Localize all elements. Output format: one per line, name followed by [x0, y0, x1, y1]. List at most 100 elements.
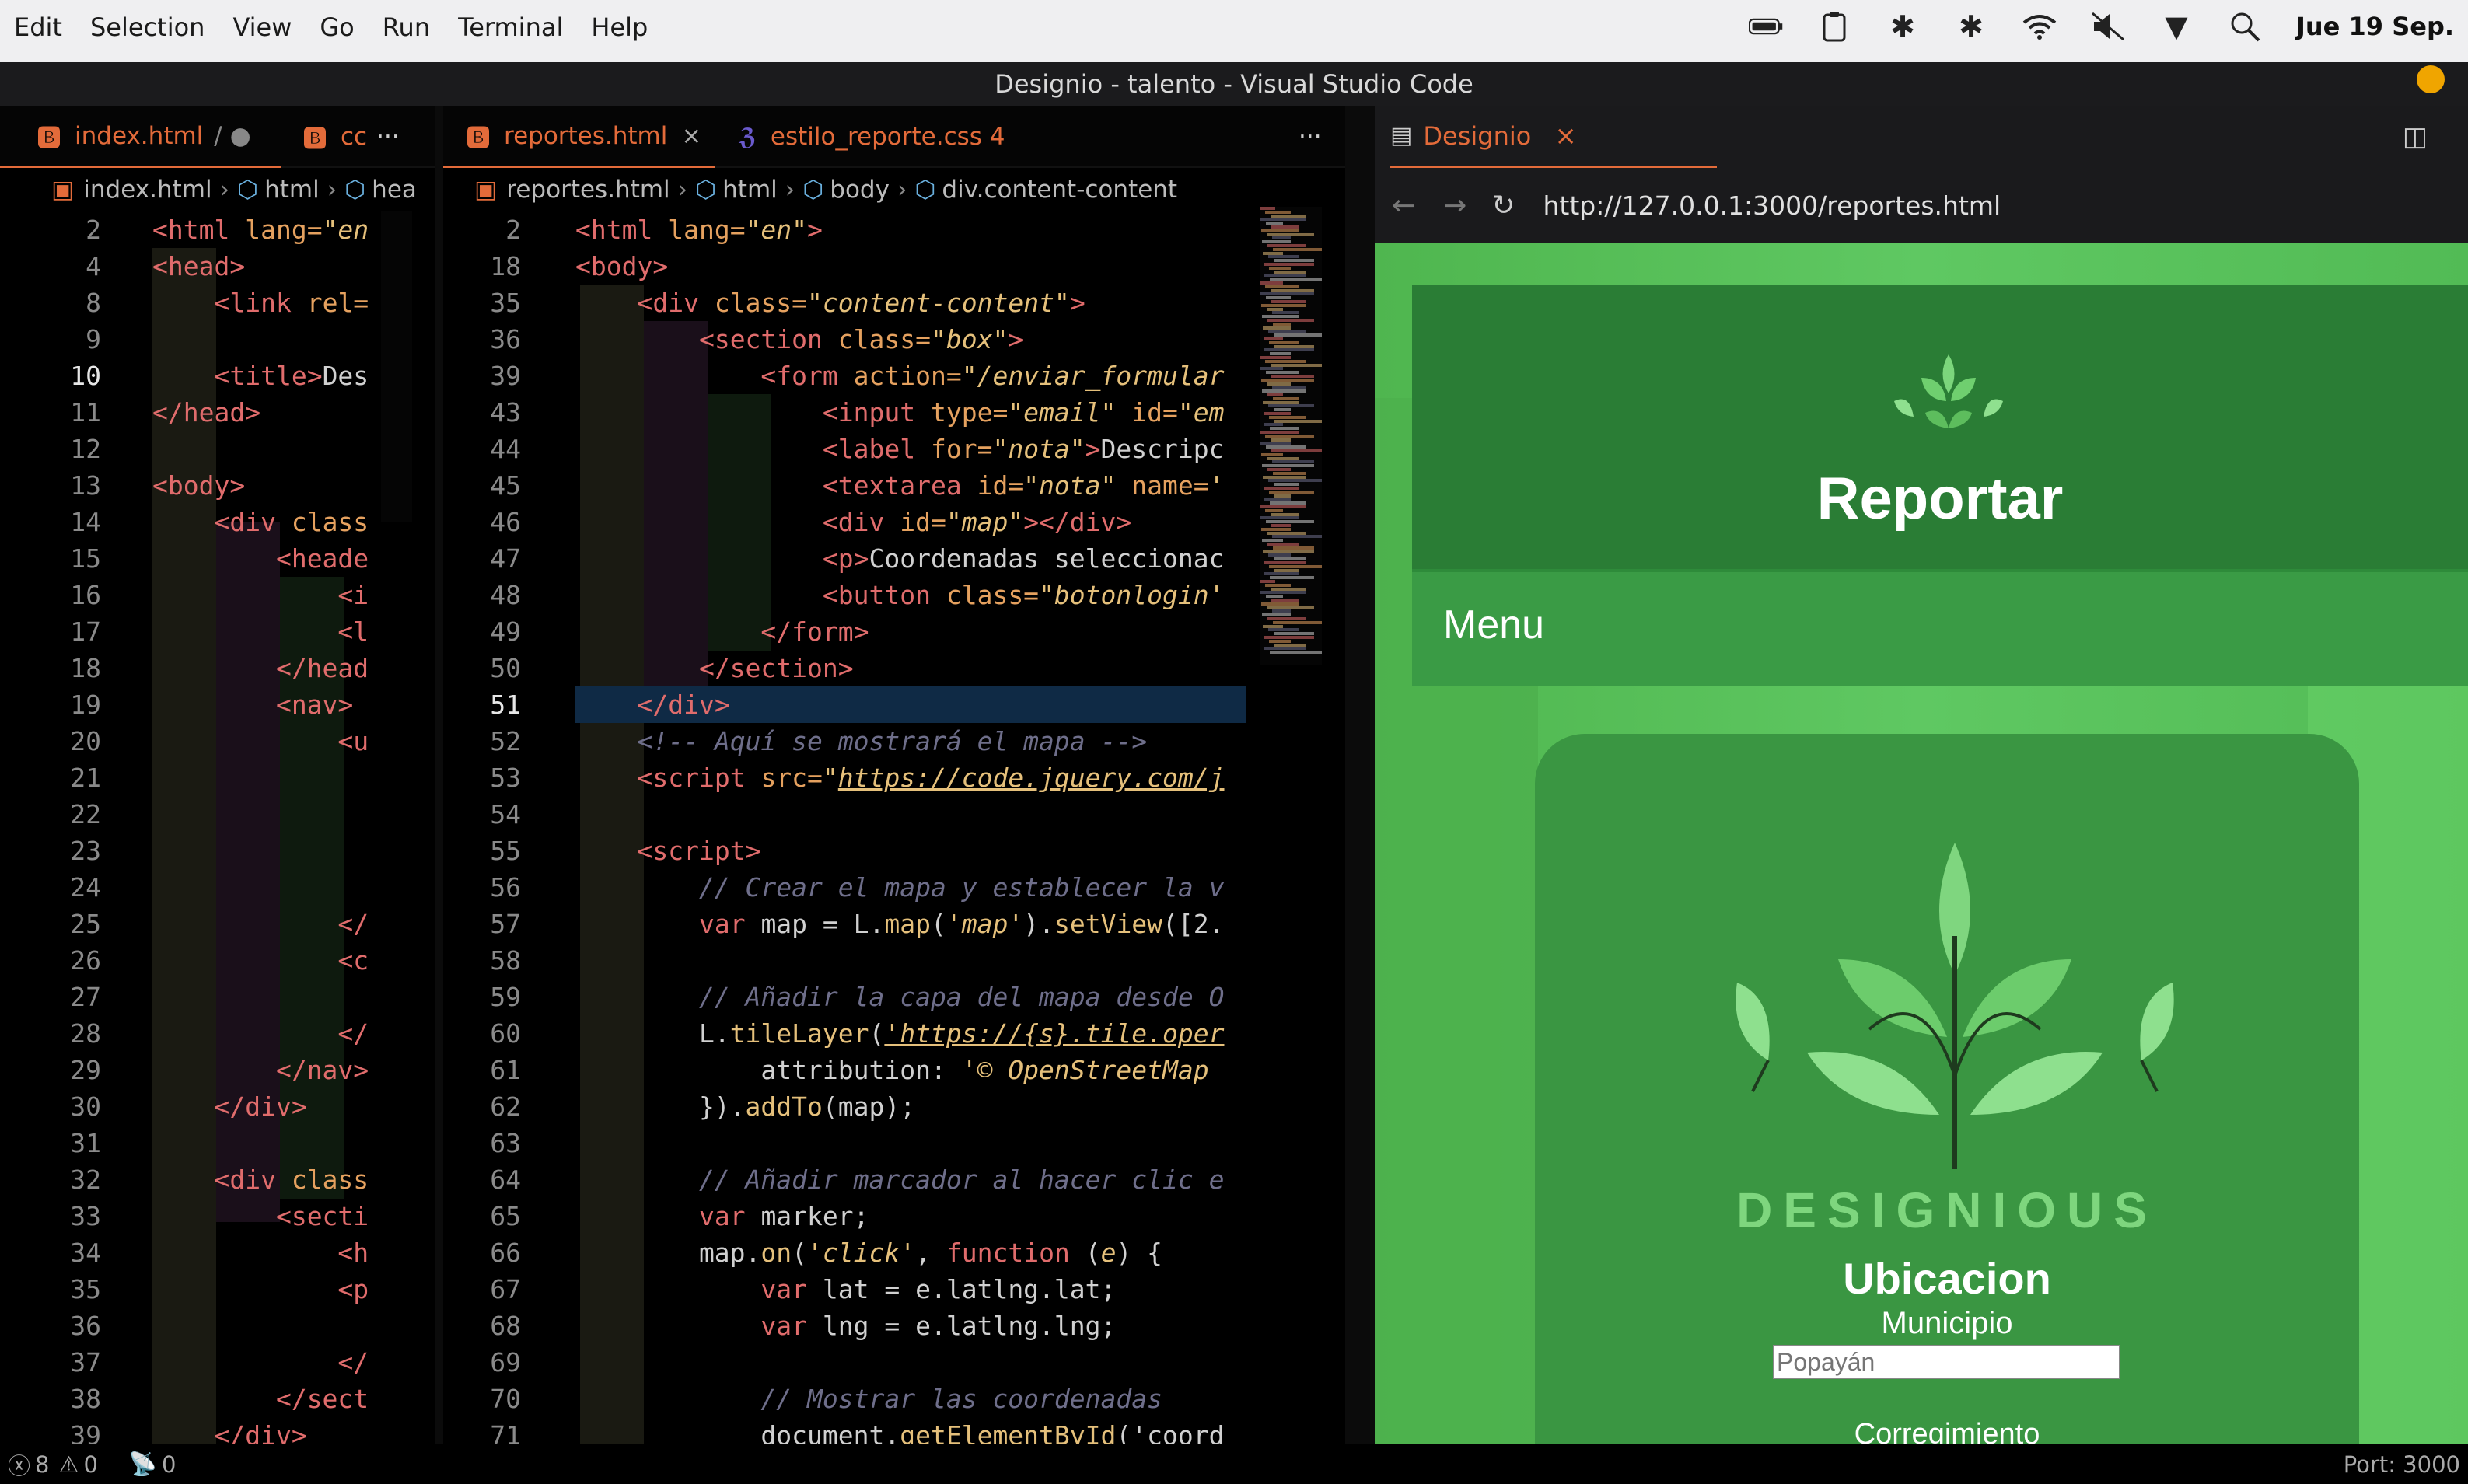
code-line[interactable]: </form> [575, 613, 869, 650]
code-line[interactable]: var lat = e.latlng.lat; [575, 1271, 1116, 1308]
code-line[interactable]: var marker; [575, 1198, 869, 1234]
code-line[interactable]: // Mostrar las coordenadas [575, 1381, 1162, 1417]
code-line[interactable]: <script src="https://code.jquery.com/j [575, 759, 1224, 796]
code-line[interactable]: <c [152, 942, 369, 979]
reload-icon[interactable]: ↻ [1491, 190, 1515, 222]
code-line[interactable]: <u [152, 723, 369, 759]
code-line[interactable]: <h [152, 1234, 369, 1271]
code-line[interactable]: }).addTo(map); [575, 1088, 915, 1125]
breadcrumb-item[interactable]: reportes.html [506, 176, 669, 204]
code-line[interactable]: </div> [152, 1417, 306, 1444]
code-line[interactable]: <heade [152, 540, 369, 577]
bluetooth-icon[interactable]: ✱ [1886, 9, 1920, 44]
code-line[interactable]: <script> [575, 833, 760, 869]
volume-muted-icon[interactable] [2091, 9, 2125, 44]
live-server-port[interactable]: Port: 3000 [2344, 1451, 2460, 1478]
code-line[interactable]: var lng = e.latlng.lng; [575, 1308, 1116, 1344]
menu-run[interactable]: Run [383, 12, 430, 42]
code-line[interactable]: // Añadir marcador al hacer clic e [575, 1161, 1225, 1198]
code-line[interactable]: <form action="/enviar_formular [575, 358, 1224, 394]
menu-view[interactable]: View [232, 12, 292, 42]
ports-icon[interactable]: 📡 [129, 1451, 157, 1478]
more-actions-button[interactable]: ··· [1299, 106, 1337, 168]
code-line[interactable]: <input type="email" id="em [575, 394, 1225, 431]
more-actions-icon[interactable]: ··· [376, 123, 400, 151]
code-line[interactable]: <div id="map"></div> [575, 504, 1131, 540]
split-editor-icon[interactable]: ◫ [2403, 121, 2428, 152]
back-icon[interactable]: ← [1392, 190, 1415, 222]
breadcrumb-item[interactable]: hea [372, 176, 417, 204]
code-line[interactable]: <button class="botonlogin' [575, 577, 1225, 613]
code-line[interactable]: <label for="nota">Descripc [575, 431, 1225, 467]
code-line[interactable]: <div class [152, 1161, 369, 1198]
menu-selection[interactable]: Selection [90, 12, 205, 42]
code-line[interactable]: </div> [152, 1088, 306, 1125]
search-icon[interactable] [2228, 9, 2262, 44]
code-line[interactable]: document.getElementById('coord [575, 1417, 1224, 1444]
bluetooth-2-icon[interactable]: ✱ [1954, 9, 1988, 44]
breadcrumb-item[interactable]: div.content-content [942, 176, 1177, 204]
menu-terminal[interactable]: Terminal [458, 12, 563, 42]
code-line[interactable]: <section class="box"> [575, 321, 1023, 358]
code-line[interactable]: <html lang="en"> [575, 211, 823, 248]
forward-icon[interactable]: → [1443, 190, 1466, 222]
error-count[interactable]: 8 [35, 1451, 49, 1478]
warning-icon[interactable]: ⚠ [58, 1451, 79, 1478]
menu-link[interactable]: Menu [1443, 602, 1544, 648]
code-line[interactable]: <html lang="en [152, 211, 369, 248]
code-line[interactable]: </ [152, 1344, 369, 1381]
tab-cc[interactable]: 🅱 cc ··· [303, 106, 428, 168]
code-line[interactable]: var map = L.map('map').setView([2. [575, 906, 1225, 942]
more-actions-icon[interactable]: ··· [1299, 123, 1322, 151]
code-line[interactable]: <nav> [152, 686, 353, 723]
tab-dirty-indicator[interactable]: / ● [214, 122, 250, 150]
clock[interactable]: Jue 19 Sep. [2296, 12, 2454, 41]
code-line[interactable]: <title>Des [152, 358, 369, 394]
code-line[interactable]: <p>Coordenadas seleccionac [575, 540, 1225, 577]
code-line[interactable]: <head> [152, 248, 245, 285]
wifi-icon[interactable] [2022, 9, 2057, 44]
code-line[interactable]: <body> [575, 248, 668, 285]
breadcrumb-item[interactable]: html [722, 176, 778, 204]
clipboard-icon[interactable] [1817, 9, 1851, 44]
code-line[interactable]: <p [152, 1271, 369, 1308]
code-line[interactable]: </head [152, 650, 369, 686]
code-line[interactable]: map.on('click', function (e) { [575, 1234, 1162, 1271]
breadcrumb-item[interactable]: body [830, 176, 890, 204]
minimap[interactable] [381, 211, 412, 522]
close-icon[interactable]: × [1554, 120, 1577, 152]
code-line[interactable]: </div> [575, 686, 729, 723]
code-line[interactable]: attribution: '© OpenStreetMap [575, 1052, 1208, 1088]
minimap[interactable] [1260, 207, 1322, 665]
dropdown-icon[interactable]: ▼ [2159, 9, 2194, 44]
code-line[interactable]: </head> [152, 394, 260, 431]
window-control-dot[interactable] [2417, 65, 2445, 93]
breadcrumb-item[interactable]: html [264, 176, 320, 204]
menu-edit[interactable]: Edit [14, 12, 62, 42]
code-line[interactable]: </sect [152, 1381, 369, 1417]
code-line[interactable]: </nav> [152, 1052, 369, 1088]
municipio-input[interactable] [1773, 1345, 2120, 1379]
code-line[interactable]: <l [152, 613, 369, 650]
code-line[interactable]: </section> [575, 650, 854, 686]
close-tab-icon[interactable]: × [681, 122, 701, 150]
code-line[interactable]: </ [152, 906, 369, 942]
code-editor[interactable]: 2 <html lang="en 4 <head> 8 <link rel= 9 10 <t… [0, 211, 435, 1444]
tab-reportes-html[interactable]: 🅱 reportes.html × [443, 106, 715, 168]
breadcrumb-item[interactable]: index.html [83, 176, 211, 204]
warning-count[interactable]: 0 [83, 1451, 97, 1478]
ports-count[interactable]: 0 [162, 1451, 176, 1478]
code-line[interactable]: <textarea id="nota" name=' [575, 467, 1225, 504]
error-icon[interactable]: ⓧ [8, 1448, 30, 1481]
code-line[interactable]: <secti [152, 1198, 369, 1234]
code-line[interactable]: <i [152, 577, 369, 613]
code-line[interactable]: <div class="content-content"> [575, 285, 1085, 321]
code-line[interactable]: <link rel= [152, 285, 369, 321]
code-line[interactable]: // Añadir la capa del mapa desde O [575, 979, 1225, 1015]
code-editor[interactable]: 2 <html lang="en"> 18 <body> 35 <div class="… [443, 211, 1345, 1444]
tab-estilo-reporte-css[interactable]: ℨ estilo_reporte.css 4 [739, 106, 1050, 168]
code-line[interactable]: L.tileLayer('https://{s}.tile.oper [575, 1015, 1225, 1052]
code-line[interactable]: <!-- Aquí se mostrará el mapa --> [575, 723, 1147, 759]
tab-designio[interactable]: ▤ Designio × [1390, 106, 1717, 168]
menu-help[interactable]: Help [591, 12, 648, 42]
